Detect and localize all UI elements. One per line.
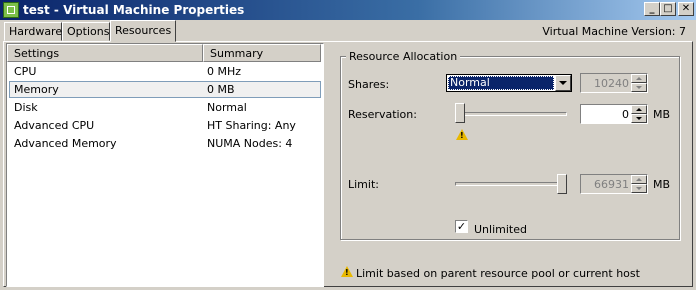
warning-icon [341, 266, 353, 277]
reservation-slider-thumb[interactable] [455, 103, 465, 123]
row-summary: 0 MHz [207, 65, 242, 78]
arrow-up-icon [636, 108, 642, 111]
vm-app-icon [3, 2, 19, 18]
minimize-button[interactable]: _ [644, 2, 660, 16]
shares-number-value: 10240 [594, 77, 629, 90]
title-bar[interactable]: test - Virtual Machine Properties _ □ ✕ [0, 0, 696, 20]
shares-label: Shares: [348, 78, 390, 91]
shares-dropdown-button[interactable] [555, 75, 571, 91]
limit-unit: MB [653, 178, 671, 191]
maximize-button[interactable]: □ [660, 2, 676, 16]
shares-number-spinner[interactable]: 10240 [580, 73, 648, 93]
list-row-advanced-cpu[interactable]: Advanced CPU HT Sharing: Any [9, 117, 321, 134]
row-setting: Advanced Memory [14, 137, 117, 150]
arrow-down-icon [636, 187, 642, 190]
row-setting: Advanced CPU [14, 119, 95, 132]
reservation-spin-down[interactable] [631, 114, 647, 123]
window-title: test - Virtual Machine Properties [23, 3, 245, 17]
row-summary: HT Sharing: Any [207, 119, 296, 132]
shares-dropdown[interactable]: Normal [446, 74, 572, 92]
unlimited-checkbox[interactable]: ✓ [455, 220, 468, 233]
shares-spin-up[interactable] [631, 74, 647, 83]
limit-slider-track[interactable] [455, 182, 567, 186]
footer-note: Limit based on parent resource pool or c… [356, 267, 640, 280]
limit-spinner[interactable]: 66931 [580, 174, 648, 194]
arrow-down-icon [636, 86, 642, 89]
vm-version-label: Virtual Machine Version: 7 [542, 25, 686, 38]
list-row-memory[interactable]: Memory 0 MB [9, 81, 321, 98]
reservation-value: 0 [622, 108, 629, 121]
tab-bar: Hardware Options Resources Virtual Machi… [0, 20, 696, 42]
arrow-up-icon [636, 77, 642, 80]
reservation-spin-up[interactable] [631, 105, 647, 114]
row-summary: 0 MB [207, 83, 235, 96]
resource-allocation-legend: Resource Allocation [346, 50, 461, 63]
summary-column-header[interactable]: Summary [203, 44, 321, 62]
list-row-disk[interactable]: Disk Normal [9, 99, 321, 116]
limit-spin-up[interactable] [631, 175, 647, 184]
row-setting: Disk [14, 101, 38, 114]
row-setting: CPU [14, 65, 37, 78]
limit-spin-down[interactable] [631, 184, 647, 193]
row-summary: NUMA Nodes: 4 [207, 137, 293, 150]
arrow-down-icon [636, 117, 642, 120]
tab-options[interactable]: Options [62, 22, 110, 41]
row-setting: Memory [14, 83, 59, 96]
list-row-advanced-memory[interactable]: Advanced Memory NUMA Nodes: 4 [9, 135, 321, 152]
limit-label: Limit: [348, 178, 379, 191]
tab-hardware[interactable]: Hardware [4, 22, 62, 41]
row-summary: Normal [207, 101, 247, 114]
warning-icon [456, 129, 468, 140]
list-row-cpu[interactable]: CPU 0 MHz [9, 63, 321, 80]
shares-selected-value: Normal [448, 76, 554, 90]
close-button[interactable]: ✕ [678, 2, 694, 16]
settings-list[interactable]: Settings Summary CPU 0 MHz Memory 0 MB D… [6, 43, 324, 287]
chevron-down-icon [559, 81, 567, 85]
limit-value: 66931 [594, 178, 629, 191]
settings-column-header[interactable]: Settings [7, 44, 203, 62]
reservation-slider-track[interactable] [455, 112, 567, 116]
shares-spin-down[interactable] [631, 83, 647, 92]
reservation-unit: MB [653, 108, 671, 121]
arrow-up-icon [636, 178, 642, 181]
tab-resources[interactable]: Resources [110, 20, 176, 42]
reservation-spinner[interactable]: 0 [580, 104, 648, 124]
limit-slider-thumb[interactable] [557, 174, 567, 194]
unlimited-label[interactable]: Unlimited [474, 223, 527, 236]
reservation-label: Reservation: [348, 108, 417, 121]
